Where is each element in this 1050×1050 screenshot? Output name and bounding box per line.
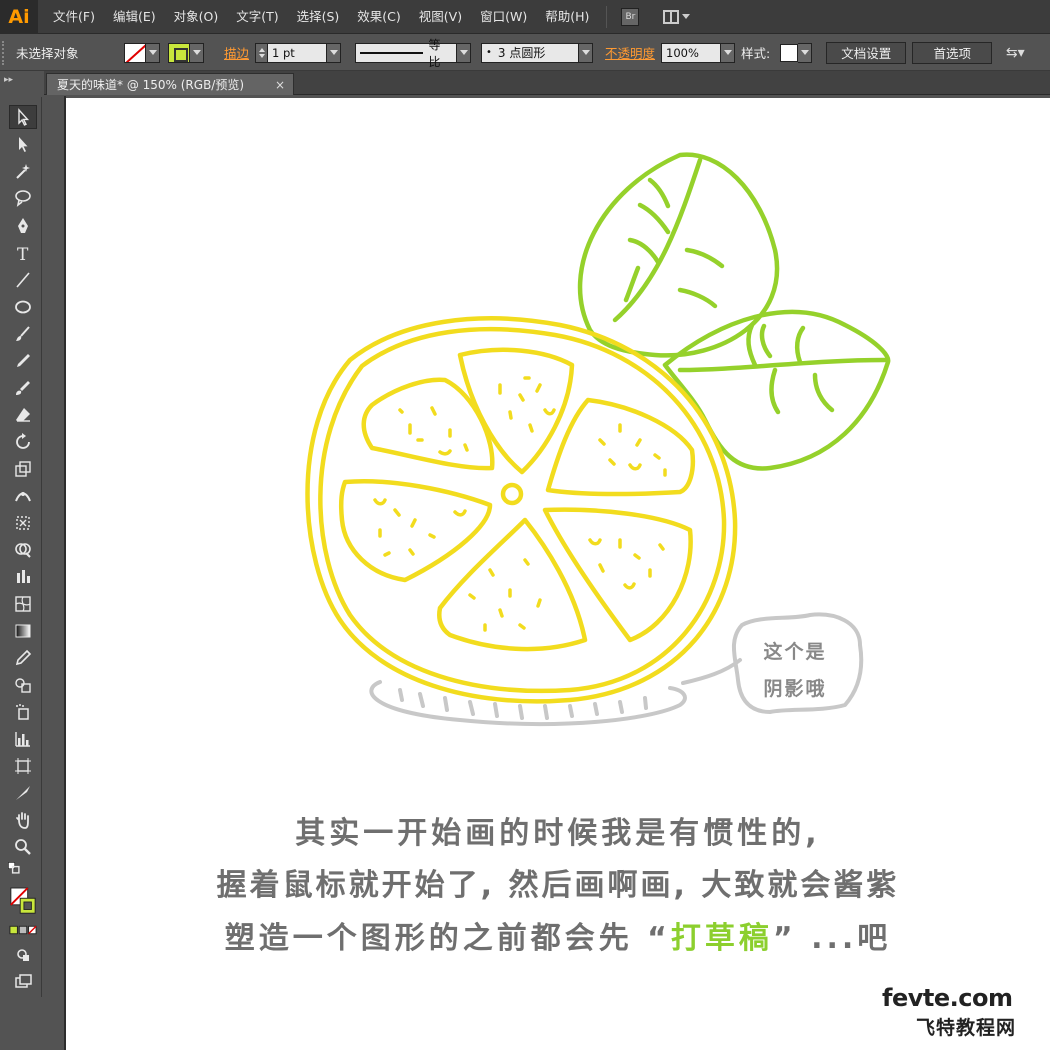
- caption-line-1: 其实一开始画的时候我是有惯性的,: [295, 816, 821, 851]
- caption-line-3-post: ” ...吧: [772, 921, 892, 956]
- leaf-front: [662, 309, 891, 471]
- watermark-site-name: 飞特教程网: [916, 1017, 1017, 1039]
- caption-line-2: 握着鼠标就开始了, 然后画啊画, 大致就会酱紫: [216, 868, 900, 903]
- bubble-text-line2: 阴影哦: [763, 678, 827, 700]
- leaf-back: [577, 152, 780, 358]
- caption-highlight: 打草稿: [670, 921, 773, 956]
- watermark-domain: fevte.com: [882, 984, 1013, 1012]
- caption-line-3: 塑造一个图形的之前都会先 “打草稿” ...吧: [66, 913, 1050, 957]
- pulp-marks: [373, 376, 667, 632]
- bubble-text-line1: 这个是: [763, 641, 827, 663]
- caption-line-3-pre: 塑造一个图形的之前都会先 “: [224, 921, 671, 956]
